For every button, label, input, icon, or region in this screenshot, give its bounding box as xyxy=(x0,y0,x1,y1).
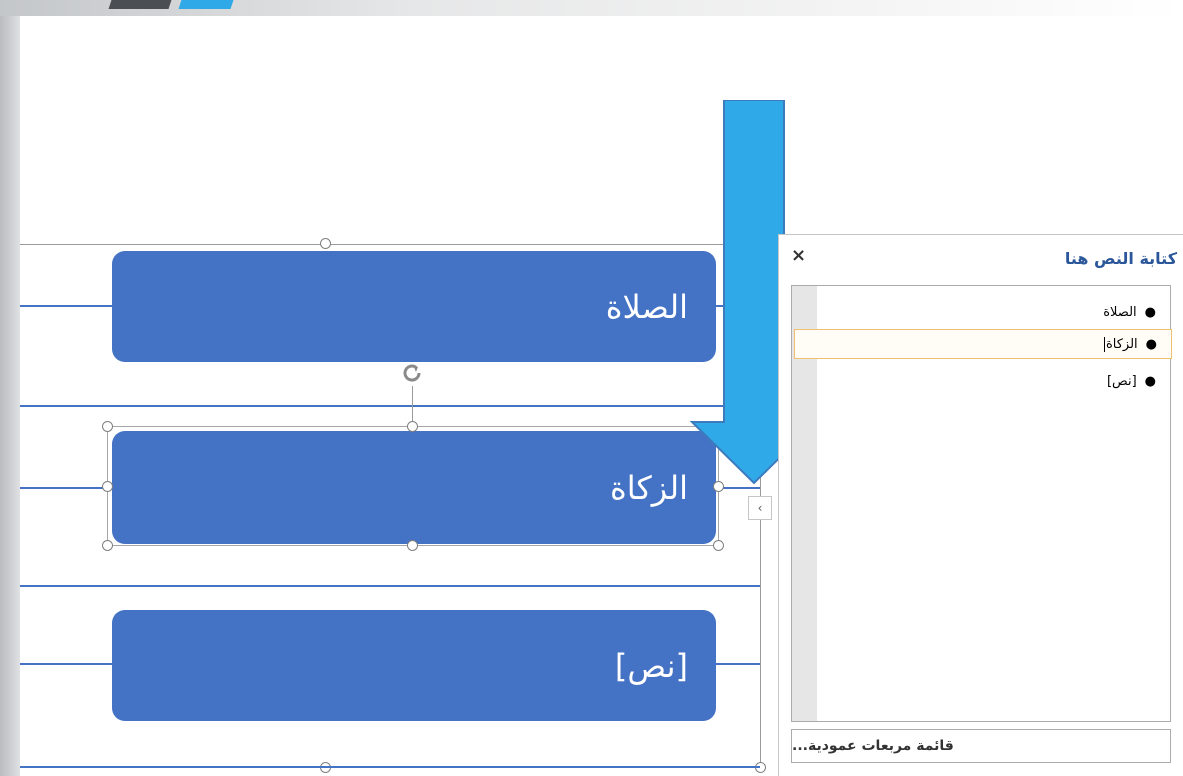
resize-handle-w[interactable] xyxy=(102,481,113,492)
layout-name-link[interactable]: قائمة مربعات عمودية... xyxy=(791,729,1171,763)
smartart-frame-top xyxy=(20,244,760,245)
collapse-text-pane-button[interactable]: ‹ xyxy=(748,496,772,520)
row-divider xyxy=(20,405,760,407)
bullet-icon: ● xyxy=(1144,304,1156,320)
text-cursor xyxy=(1103,336,1105,352)
list-item-text: الصلاة xyxy=(1103,304,1137,320)
bullet-icon: ● xyxy=(1144,373,1156,389)
rotate-handle-icon[interactable] xyxy=(399,360,425,386)
list-item-text[interactable]: الزكاة xyxy=(1106,337,1138,352)
window-left-gutter xyxy=(0,0,20,776)
connector-line xyxy=(20,487,112,489)
resize-handle-sw[interactable] xyxy=(102,540,113,551)
smartart-node[interactable]: [نص] xyxy=(112,610,716,721)
row-divider xyxy=(20,585,760,587)
connector-line xyxy=(716,663,760,665)
rotate-stem xyxy=(412,386,413,426)
smartart-node[interactable]: الصلاة xyxy=(112,251,716,362)
chevron-left-icon: ‹ xyxy=(757,501,763,515)
smartart-handle-top[interactable] xyxy=(320,238,331,249)
bullet-icon: ● xyxy=(1145,336,1157,352)
resize-handle-s[interactable] xyxy=(407,540,418,551)
connector-line xyxy=(20,663,112,665)
resize-handle-se[interactable] xyxy=(713,540,724,551)
resize-handle-nw[interactable] xyxy=(102,421,113,432)
resize-handle-n[interactable] xyxy=(407,421,418,432)
row-divider xyxy=(20,766,760,768)
node-label: [نص] xyxy=(614,646,688,685)
connector-line xyxy=(20,305,112,307)
close-icon[interactable]: × xyxy=(791,247,806,265)
text-pane-title: كتابة النص هنا xyxy=(1064,249,1177,268)
list-item-text: [نص] xyxy=(1106,373,1137,389)
selection-frame xyxy=(107,426,719,546)
node-label: الصلاة xyxy=(605,287,688,326)
list-item-active[interactable]: ● الزكاة xyxy=(794,329,1172,359)
list-item[interactable]: ● الصلاة xyxy=(817,297,1170,327)
list-item[interactable]: ● [نص] xyxy=(817,366,1170,396)
text-pane-list[interactable]: ● الصلاة ● الزكاة ● [نص] xyxy=(791,285,1172,722)
smartart-text-pane: كتابة النص هنا × ● الصلاة ● الزكاة ● [نص… xyxy=(778,234,1183,776)
